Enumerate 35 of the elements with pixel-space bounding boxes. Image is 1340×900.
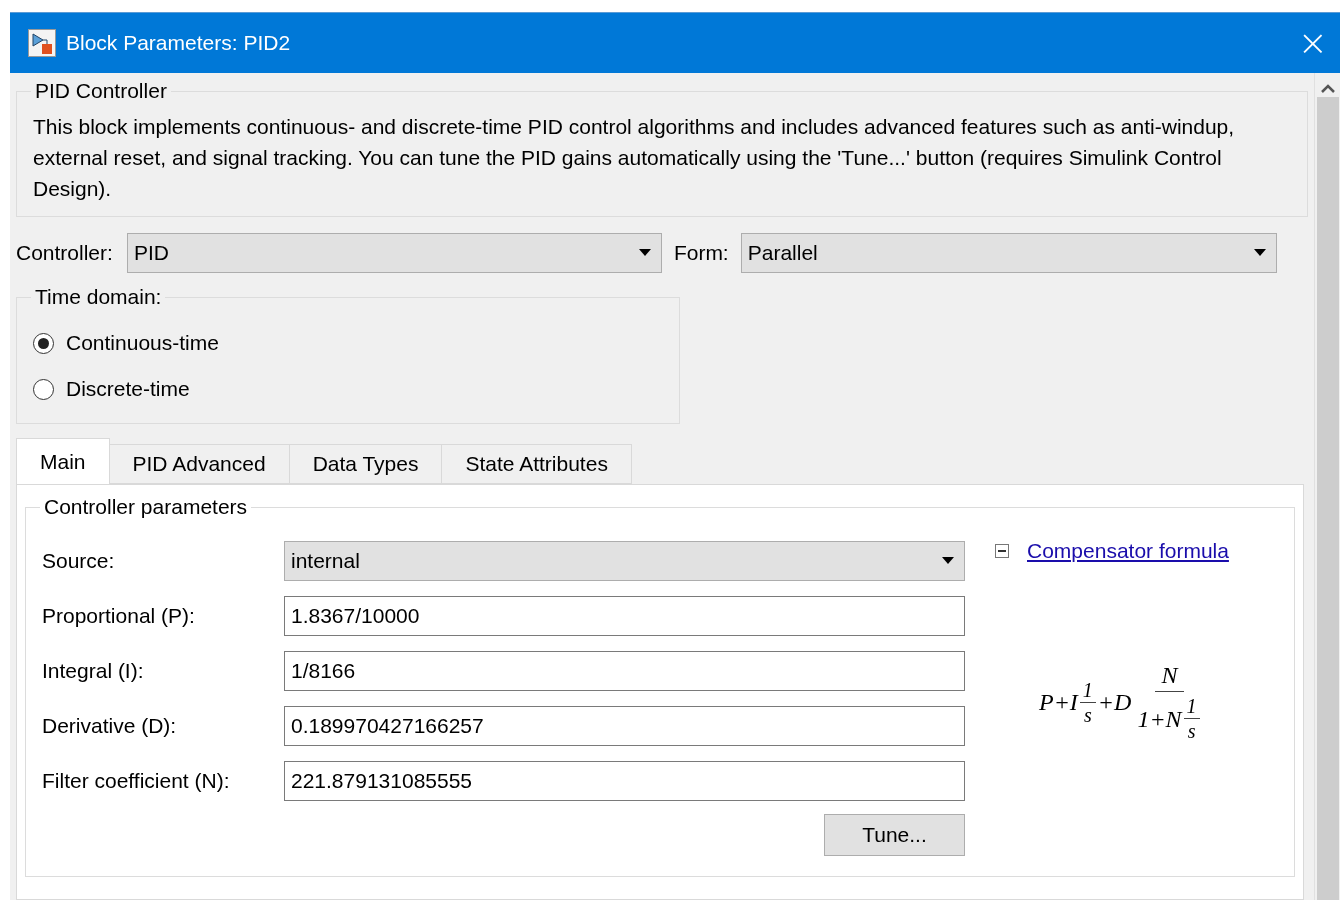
collapse-icon[interactable] — [995, 544, 1009, 558]
group-title: Controller parameters — [43, 495, 249, 519]
field-label: Proportional (P): — [42, 604, 196, 628]
scroll-up-icon[interactable] — [1320, 83, 1335, 93]
caret-icon — [1253, 249, 1266, 257]
field-label: Source: — [42, 549, 116, 573]
field-label: Derivative (D): — [42, 714, 178, 738]
field-label: Filter coefficient (N): — [42, 769, 231, 793]
group-title: Time domain: — [34, 285, 163, 309]
tab[interactable]: PID Advanced — [108, 444, 290, 484]
tune-button[interactable]: Tune... — [824, 814, 965, 856]
field-label: Controller: — [16, 241, 113, 265]
tab[interactable]: Main — [16, 438, 110, 484]
close-button[interactable]: × — [1297, 25, 1328, 61]
input-field[interactable]: 1/8166 — [284, 651, 965, 691]
caret-icon — [638, 249, 651, 257]
tab[interactable]: Data Types — [288, 444, 443, 484]
input-field[interactable]: 0.189970427166257 — [284, 706, 965, 746]
form-dropdown[interactable]: Parallel — [740, 233, 1277, 273]
input-field[interactable]: 1.8367/10000 — [284, 596, 965, 636]
field-label: Integral (I): — [42, 659, 145, 683]
group-title: PID Controller — [34, 79, 168, 103]
scrollbar[interactable] — [1314, 73, 1340, 900]
input-field[interactable]: 221.879131085555 — [284, 761, 965, 801]
block-icon — [28, 29, 56, 57]
source-dropdown[interactable]: internal — [284, 541, 965, 581]
caret-icon — [942, 557, 954, 565]
controller-dropdown[interactable]: PID — [126, 233, 662, 273]
window-title: Block Parameters: PID2 — [66, 31, 292, 55]
compensator-formula-link[interactable]: Compensator formula — [1027, 539, 1229, 563]
radio-option[interactable]: Continuous-time — [33, 331, 663, 355]
field-label: Form: — [673, 241, 729, 265]
tab[interactable]: State Attributes — [441, 444, 632, 484]
radio-option[interactable]: Discrete-time — [33, 377, 663, 401]
description-text: This block implements continuous- and discrete-time PID control algorithms and includes advanced features such as anti-windup, external reset, and signal tracking. You can tune the PID gains automatically using the 'Tune...' button (requires Simulink Control Design). — [33, 114, 1236, 202]
